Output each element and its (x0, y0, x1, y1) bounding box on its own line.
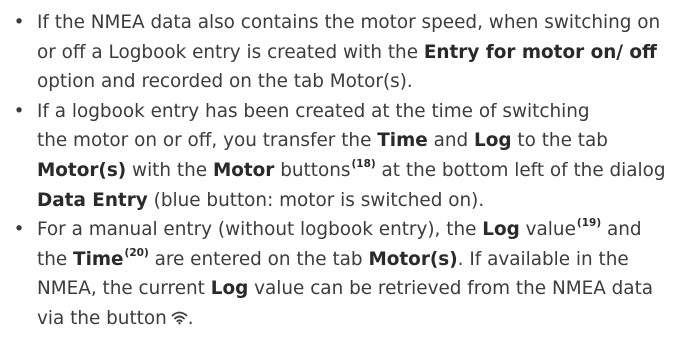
wifi-icon (171, 305, 188, 325)
bold-term: Data Entry (37, 189, 148, 211)
bold-term: Motor(s) (37, 159, 127, 181)
reference-number: (18) (351, 157, 376, 170)
bullet-icon: • (13, 219, 25, 241)
bold-term: Time (73, 248, 124, 270)
text: buttons (274, 159, 351, 181)
bold-term: Motor(s) (368, 248, 458, 270)
reference-number: (19) (576, 217, 602, 230)
text: If a logbook entry has been created at t… (37, 100, 590, 122)
text: . (187, 307, 194, 329)
text: with the (126, 159, 213, 181)
text: option and recorded on the tab Motor(s). (37, 71, 413, 93)
text: to the tab (511, 130, 608, 152)
instruction-list: • If the NMEA data also contains the mot… (0, 0, 677, 334)
text: For a manual entry (without logbook entr… (37, 219, 483, 241)
list-item: • For a manual entry (without logbook en… (12, 215, 667, 333)
text: (blue button: motor is switched on). (147, 189, 485, 211)
text: value (519, 219, 576, 241)
bold-term: Log (474, 130, 512, 152)
reference-number: (20) (124, 246, 149, 259)
bold-term: Log (210, 278, 249, 300)
bullet-icon: • (13, 100, 25, 122)
bold-term: Time (377, 130, 428, 152)
text: the motor on or off, you transfer the (37, 130, 378, 152)
bold-term: Log (482, 219, 520, 241)
list-item: • If the NMEA data also contains the mot… (12, 8, 667, 97)
bullet-icon: • (13, 12, 25, 33)
text: at the bottom left of the dialog (375, 159, 666, 181)
text: are entered on the tab (148, 248, 369, 270)
bold-term: Entry for motor on/ off (423, 41, 657, 63)
text: and (427, 130, 475, 152)
list-item: • If a logbook entry has been created at… (12, 97, 667, 215)
bold-term: Motor (212, 159, 275, 181)
